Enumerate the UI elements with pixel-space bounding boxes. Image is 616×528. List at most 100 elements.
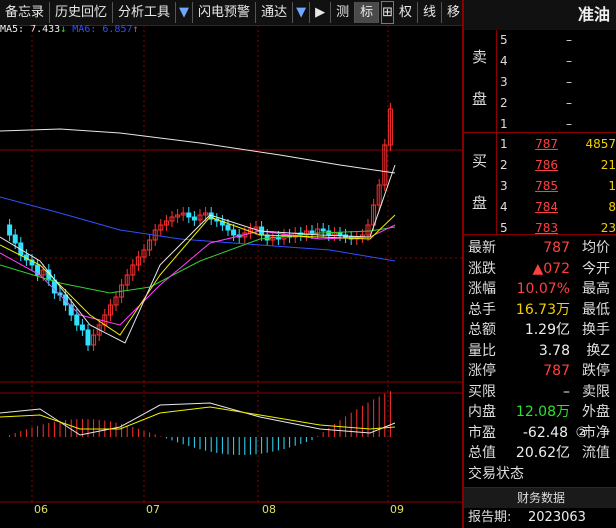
buy-level-row[interactable]: 4 784 8 <box>496 197 616 218</box>
stat-label: 涨幅 <box>468 281 496 297</box>
price: 783 <box>535 221 558 235</box>
candle <box>186 212 192 218</box>
buy-level-row[interactable]: 1 787 4857 <box>496 134 616 155</box>
stat-row: 买限 – 卖限 <box>464 382 616 403</box>
buy-level-row[interactable]: 3 785 1 <box>496 176 616 197</box>
stat-label-2: 均价 <box>582 240 610 256</box>
stat-value: 787 <box>543 240 570 256</box>
level-number: 1 <box>500 117 508 131</box>
kline-chart[interactable] <box>0 25 462 503</box>
sell-level-row[interactable]: 2– <box>496 93 616 114</box>
buy-label-2: 盘 <box>472 194 488 212</box>
candle <box>74 314 80 326</box>
volume: 23 <box>600 221 616 235</box>
stat-label: 量比 <box>468 342 496 359</box>
stat-value: 1.29亿 <box>524 322 570 338</box>
stat-value: ▲072 <box>532 260 571 277</box>
stat-label-2: 换手 <box>582 322 610 338</box>
level-number: 2 <box>500 158 508 172</box>
memo-button[interactable]: 备忘录 <box>0 2 51 23</box>
report-value: 2023063 <box>528 510 586 525</box>
sell-level-row[interactable]: 5– <box>496 30 616 51</box>
financial-data-button[interactable]: 财务数据 <box>464 487 616 508</box>
sell-label-2: 盘 <box>472 90 488 108</box>
history-button[interactable]: 历史回忆 <box>50 2 114 23</box>
toolbar: 备忘录 历史回忆 分析工具 ▼ 闪电预警 通达 ▼ ▶ 测 标 ⊞ 权 线 移 … <box>0 0 483 26</box>
candle <box>191 216 197 221</box>
stat-label-2: 跌停 <box>582 363 610 379</box>
ma-green-line <box>0 226 396 294</box>
volume: 21 <box>600 158 616 172</box>
candle <box>7 224 13 236</box>
buy-label-1: 买 <box>472 152 488 170</box>
candle <box>79 324 85 331</box>
volume: – <box>566 96 572 110</box>
stat-label: 总手 <box>468 301 496 318</box>
buy-level-row[interactable]: 2 786 21 <box>496 155 616 176</box>
sell-level-row[interactable]: 1– <box>496 114 616 135</box>
price: 787 <box>535 137 558 151</box>
stat-label-2: 流值 <box>582 445 610 461</box>
level-number: 4 <box>500 200 508 214</box>
ma-long-line <box>0 128 396 174</box>
level-number: 3 <box>500 75 508 89</box>
stat-label: 内盘 <box>468 404 496 420</box>
x-axis-label: 07 <box>146 503 160 516</box>
analysis-dropdown-icon[interactable]: ▼ <box>176 2 194 23</box>
x-axis-label: 08 <box>262 503 276 516</box>
stat-value: 787 <box>543 363 570 379</box>
stat-label-2: 外盘 <box>582 404 610 420</box>
stat-label: 市盈 <box>468 424 496 441</box>
plus-box-icon[interactable]: ⊞ <box>381 1 395 24</box>
rights-button[interactable]: 权 <box>394 2 419 23</box>
pe-badge: ② <box>575 424 588 441</box>
candle <box>337 232 343 236</box>
mark-button[interactable]: 标 <box>355 2 380 23</box>
price: 785 <box>535 179 558 193</box>
line-button[interactable]: 线 <box>418 2 443 23</box>
volume: 4857 <box>585 137 616 151</box>
level-number: 3 <box>500 179 508 193</box>
stat-row: 涨幅 10.07% 最高 <box>464 279 616 300</box>
sell-level-row[interactable]: 3– <box>496 72 616 93</box>
stat-label-2: 换Z <box>586 342 610 359</box>
stat-value: -62.48 <box>522 424 568 441</box>
analysis-tools-button[interactable]: 分析工具 <box>113 2 177 23</box>
level-number: 5 <box>500 221 508 235</box>
stat-value: 20.62亿 <box>515 445 570 461</box>
play-icon[interactable]: ▶ <box>310 2 332 23</box>
volume: – <box>566 75 572 89</box>
stat-value: 10.07% <box>516 281 570 297</box>
level-number: 2 <box>500 96 508 110</box>
candle <box>225 224 231 231</box>
stat-row: 总手 16.73万 最低 <box>464 300 616 321</box>
macd-dif-line <box>0 402 396 436</box>
buy-level-row[interactable]: 5 783 23 <box>496 218 616 239</box>
stat-label-2: 最低 <box>582 301 610 318</box>
candle <box>320 228 326 232</box>
stat-label: 买限 <box>468 383 496 400</box>
stat-value: 12.08万 <box>515 404 570 420</box>
x-axis-label: 09 <box>390 503 404 516</box>
report-label: 报告期: <box>468 510 512 525</box>
flash-alert-button[interactable]: 闪电预警 <box>193 2 257 23</box>
stat-label: 交易状态 <box>468 465 524 482</box>
stat-row: 最新 787 均价 <box>464 238 616 259</box>
level-number: 1 <box>500 137 508 151</box>
tongda-dropdown-icon[interactable]: ▼ <box>293 2 311 23</box>
x-axis-label: 06 <box>34 503 48 516</box>
stat-row: 量比 3.78 换Z <box>464 341 616 362</box>
stat-row: 市盈 -62.48 市净 ② <box>464 423 616 444</box>
tongda-button[interactable]: 通达 <box>256 2 294 23</box>
measure-button[interactable]: 测 <box>331 2 356 23</box>
level-number: 4 <box>500 54 508 68</box>
volume: 1 <box>608 179 616 193</box>
volume: – <box>566 33 572 47</box>
report-period: 报告期: 2023063 <box>464 508 616 528</box>
candle <box>231 229 237 236</box>
stat-label-2: 最高 <box>582 281 610 297</box>
level-number: 5 <box>500 33 508 47</box>
candle <box>85 329 91 346</box>
stat-label: 涨停 <box>468 363 496 379</box>
sell-level-row[interactable]: 4– <box>496 51 616 72</box>
